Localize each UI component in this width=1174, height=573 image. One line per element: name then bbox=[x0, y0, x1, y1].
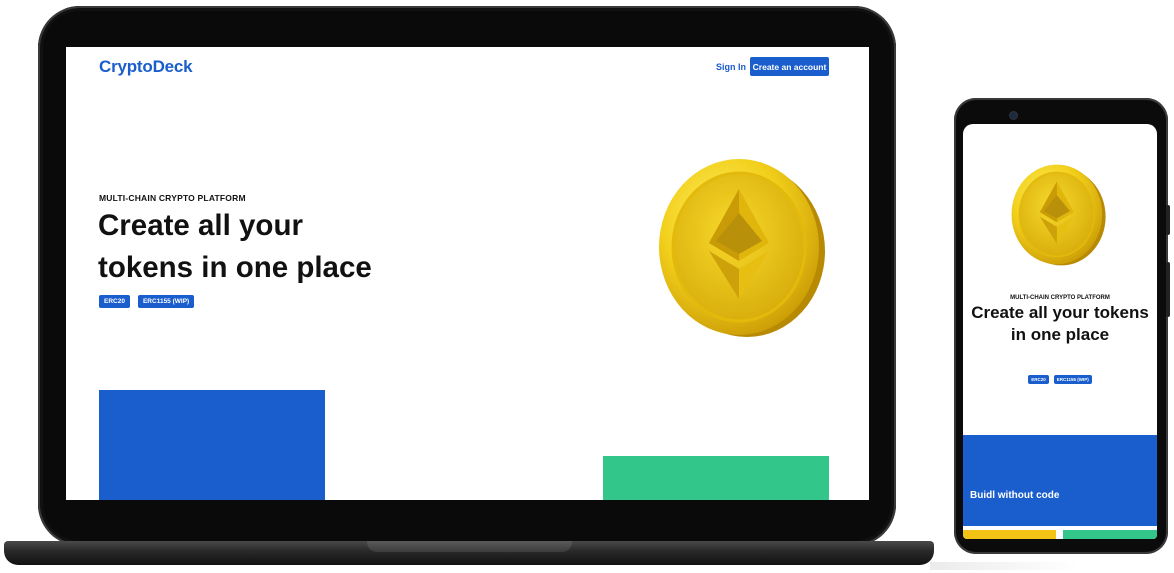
feature-card-green bbox=[603, 456, 829, 500]
hero-tags: ERC20 ERC1155 (WIP) bbox=[99, 295, 195, 308]
ethereum-coin-icon bbox=[1011, 164, 1106, 266]
phone-volume-button bbox=[1166, 262, 1170, 317]
mobile-hero-title: Create all your tokens in one place bbox=[971, 303, 1149, 344]
hero-title: Create all your tokens in one place bbox=[98, 205, 438, 289]
desktop-viewport: CryptoDeck Sign In Create an account MUL… bbox=[66, 47, 869, 500]
hero-eyebrow: MULTI-CHAIN CRYPTO PLATFORM bbox=[99, 193, 246, 203]
create-account-button[interactable]: Create an account bbox=[750, 57, 829, 76]
mobile-feature-card-text: Buidl without code bbox=[970, 490, 1060, 501]
logo[interactable]: CryptoDeck bbox=[99, 57, 193, 77]
ethereum-coin-icon bbox=[659, 159, 825, 337]
mobile-hero-eyebrow: MULTI-CHAIN CRYPTO PLATFORM bbox=[1010, 295, 1110, 301]
mobile-feature-card-yellow bbox=[963, 530, 1056, 539]
sign-in-link[interactable]: Sign In bbox=[716, 62, 746, 72]
tag-erc1155: ERC1155 (WIP) bbox=[137, 295, 195, 308]
feature-card-blue bbox=[99, 390, 325, 500]
hero-title-line1: Create all your bbox=[98, 209, 303, 242]
mobile-feature-card-green bbox=[1063, 530, 1157, 539]
mobile-viewport: MULTI-CHAIN CRYPTO PLATFORM Create all y… bbox=[963, 124, 1157, 539]
mobile-hero-tags: ERC20 ERC1155 (WIP) bbox=[963, 375, 1157, 384]
hero-title-line2: tokens in one place bbox=[98, 251, 372, 284]
mobile-tag-erc1155: ERC1155 (WIP) bbox=[1053, 375, 1092, 384]
phone-camera-icon bbox=[1010, 112, 1017, 119]
laptop-shadow bbox=[930, 562, 1080, 570]
mobile-feature-card-blue: Buidl without code bbox=[963, 435, 1157, 526]
tag-erc20: ERC20 bbox=[99, 295, 130, 308]
laptop-notch bbox=[367, 541, 572, 552]
mobile-tag-erc20: ERC20 bbox=[1028, 375, 1049, 384]
phone-power-button bbox=[1166, 205, 1170, 235]
